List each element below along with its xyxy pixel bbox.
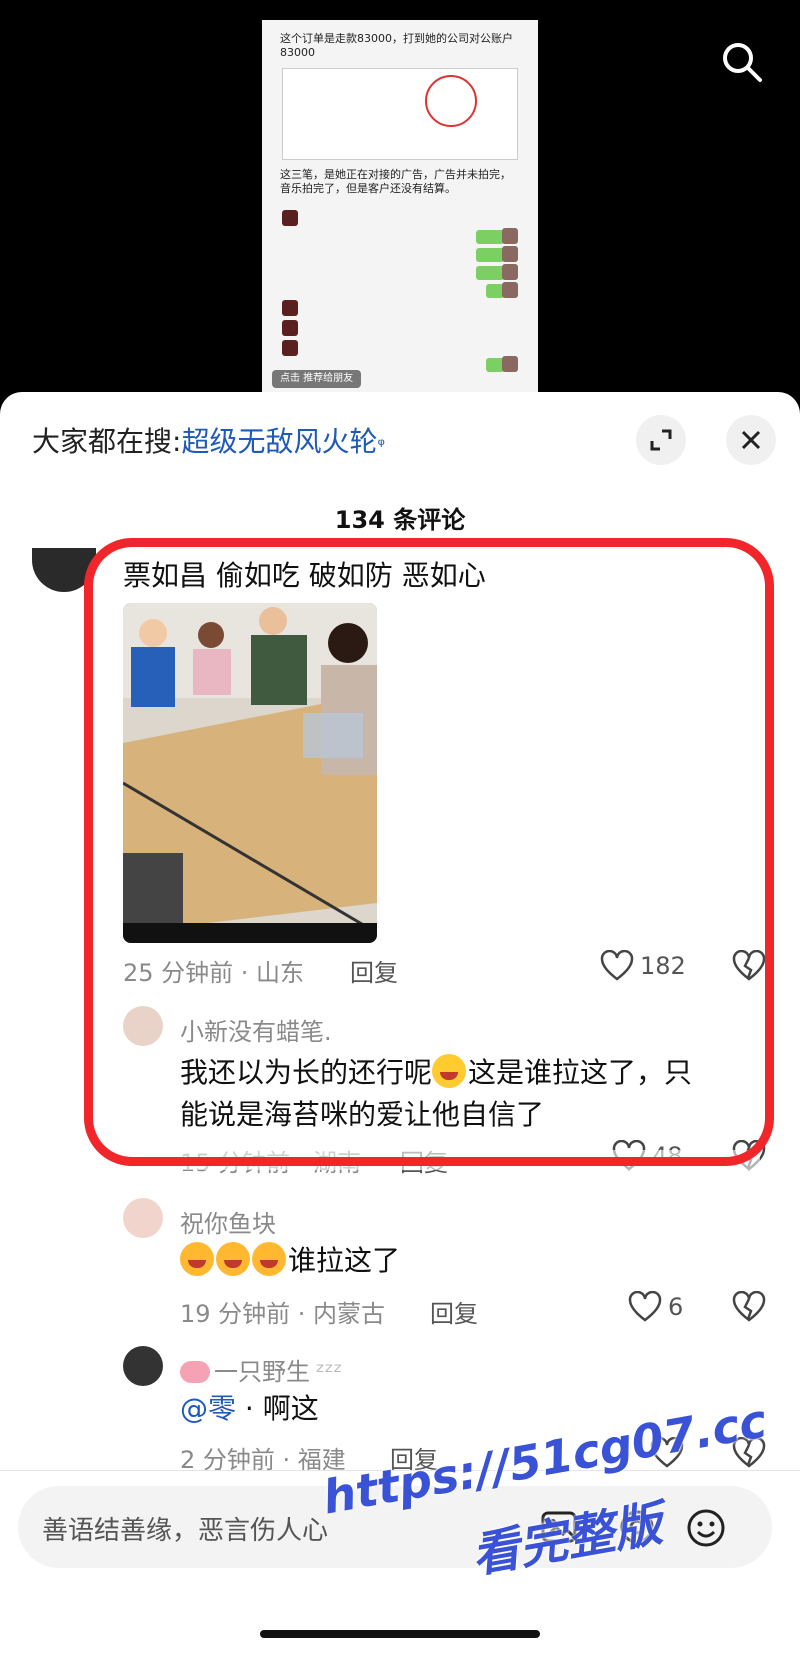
pig-icon — [180, 1361, 210, 1383]
broken-heart-icon — [732, 1291, 766, 1322]
reply-text-body: 谁拉这了 — [288, 1244, 401, 1277]
doc-sheet — [282, 68, 518, 160]
laughing-crying-emoji-icon — [252, 1242, 286, 1276]
close-icon — [741, 430, 761, 450]
chat-avatar — [502, 356, 518, 372]
search-icon[interactable] — [720, 40, 764, 84]
reply-text: 谁拉这了 — [180, 1240, 400, 1282]
chat-avatar — [502, 246, 518, 262]
stamp-icon — [425, 75, 477, 127]
trending-search[interactable]: 大家都在搜:超级无敌风火轮ᵠ — [32, 420, 385, 460]
avatar[interactable] — [123, 1198, 163, 1238]
chat-avatar — [282, 210, 298, 226]
home-indicator — [260, 1630, 540, 1638]
trending-keyword[interactable]: 超级无敌风火轮 — [181, 425, 377, 458]
avatar[interactable] — [123, 1346, 163, 1386]
close-button[interactable] — [726, 415, 776, 465]
reply-username: 一只野生 — [214, 1358, 310, 1386]
expand-icon — [650, 429, 672, 451]
emoji-icon[interactable] — [686, 1508, 726, 1552]
like-count: 6 — [668, 1293, 684, 1321]
reply-text-body: · 啊这 — [236, 1392, 319, 1425]
mention-link[interactable]: @零 — [180, 1392, 236, 1425]
expand-button[interactable] — [636, 415, 686, 465]
laughing-crying-emoji-icon — [216, 1242, 250, 1276]
reply-username-wrap[interactable]: 一只野生 ᶻᶻᶻ — [180, 1352, 342, 1387]
chat-avatar — [282, 300, 298, 316]
reply-username[interactable]: 祝你鱼块 — [180, 1204, 276, 1239]
chat-avatar — [502, 264, 518, 280]
chat-bubble — [476, 266, 504, 280]
reply-time-location: 19 分钟前 · 内蒙古 — [180, 1300, 386, 1328]
video-player[interactable]: 这个订单是走款83000，打到她的公司对公账户83000 这三笔，是她正在对接的… — [0, 0, 800, 400]
laughing-crying-emoji-icon — [180, 1242, 214, 1276]
reply-button[interactable]: 回复 — [430, 1294, 478, 1329]
reply-text: @零 · 啊这 — [180, 1388, 319, 1430]
chat-bubble — [476, 248, 504, 262]
chat-bubble — [476, 230, 504, 244]
heart-icon — [628, 1291, 662, 1322]
chat-avatar — [282, 340, 298, 356]
chat-avatar — [502, 282, 518, 298]
comment-input-placeholder: 善语结善缘，恶言伤人心 — [42, 1516, 329, 1546]
comment-count: 134 条评论 — [334, 506, 466, 534]
zzz-icon: ᶻᶻᶻ — [316, 1358, 343, 1386]
share-button[interactable]: 点击 推荐给朋友 — [272, 370, 362, 388]
chat-avatar — [502, 228, 518, 244]
video-frame-document: 这个订单是走款83000，打到她的公司对公账户83000 这三笔，是她正在对接的… — [262, 20, 538, 392]
chat-avatar — [282, 320, 298, 336]
trending-prefix: 大家都在搜: — [32, 425, 182, 458]
like-button[interactable]: 6 — [628, 1291, 683, 1323]
highlight-box — [84, 538, 774, 1166]
doc-text-1: 这个订单是走款83000，打到她的公司对公账户83000 — [280, 32, 513, 59]
doc-text-2: 这三笔，是她正在对接的广告，广告并未拍完，音乐拍完了，但是客户还没有结算。 — [280, 168, 511, 195]
search-small-icon: ᵠ — [377, 435, 385, 456]
dislike-button[interactable] — [732, 1291, 766, 1323]
